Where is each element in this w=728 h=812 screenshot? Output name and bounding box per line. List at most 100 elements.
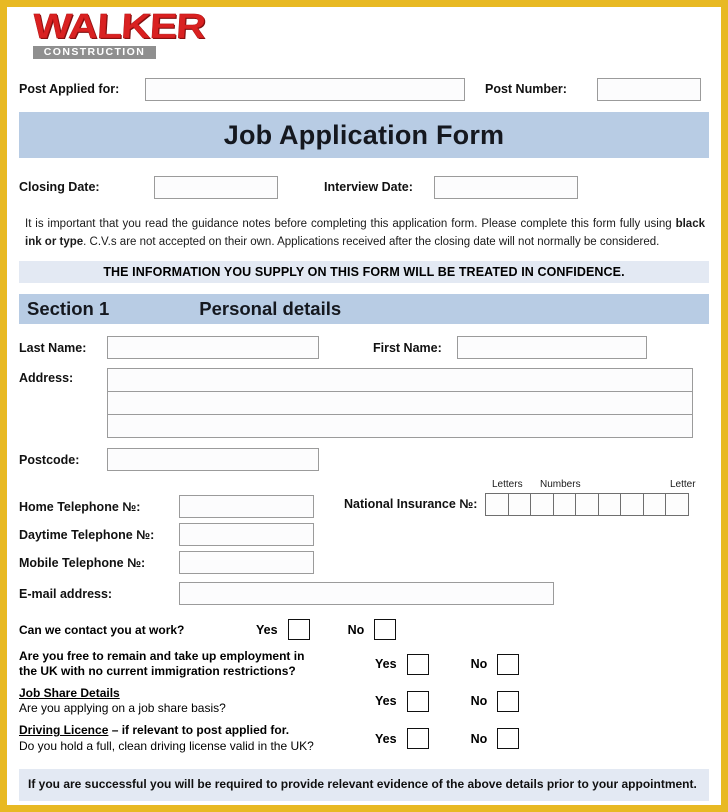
no-label: No bbox=[470, 657, 488, 672]
mobile-phone-row: Mobile Telephone №: bbox=[19, 549, 709, 577]
contact-block: National Insurance №: Home Telephone №: … bbox=[19, 492, 709, 577]
ni-char-box[interactable] bbox=[597, 492, 622, 516]
job-share-yes[interactable]: Yes bbox=[375, 690, 429, 712]
postcode-row: Postcode: bbox=[19, 447, 709, 473]
job-share-block: Job Share Details Are you applying on a … bbox=[19, 686, 367, 717]
mobile-phone-input[interactable] bbox=[179, 551, 314, 575]
driving-licence-row: Driving Licence – if relevant to post ap… bbox=[19, 723, 709, 754]
driving-licence-yes-checkbox[interactable] bbox=[406, 728, 429, 750]
section-number: Section 1 bbox=[27, 297, 110, 319]
logo-subtitle: CONSTRUCTION bbox=[33, 46, 156, 59]
mobile-phone-label: Mobile Telephone №: bbox=[19, 555, 146, 570]
home-phone-input[interactable] bbox=[179, 495, 314, 519]
footer-note: If you are successful you will be requir… bbox=[19, 768, 709, 801]
national-insurance-group: National Insurance №: bbox=[344, 492, 689, 516]
postcode-label: Postcode: bbox=[19, 452, 80, 467]
no-label: No bbox=[470, 694, 488, 709]
free-to-remain-question: Are you free to remain and take up emplo… bbox=[19, 649, 367, 680]
free-to-remain-line2: the UK with no current immigration restr… bbox=[19, 664, 296, 679]
dates-row: Closing Date: Interview Date: bbox=[19, 172, 709, 202]
post-applied-label: Post Applied for: bbox=[19, 82, 120, 96]
contact-at-work-yes-checkbox[interactable] bbox=[287, 619, 310, 641]
email-input[interactable] bbox=[179, 582, 554, 606]
free-to-remain-yes[interactable]: Yes bbox=[375, 653, 429, 675]
job-share-heading: Job Share Details bbox=[19, 685, 120, 700]
ni-char-box[interactable] bbox=[485, 492, 509, 516]
contact-at-work-yes[interactable]: Yes bbox=[256, 619, 310, 641]
ni-char-box[interactable] bbox=[507, 492, 532, 516]
yes-label: Yes bbox=[256, 622, 278, 637]
daytime-phone-row: Daytime Telephone №: bbox=[19, 521, 709, 549]
contact-at-work-no-checkbox[interactable] bbox=[374, 619, 397, 641]
driving-licence-no-checkbox[interactable] bbox=[497, 728, 520, 750]
logo-wordmark: WALKER bbox=[31, 7, 207, 46]
ni-char-box[interactable] bbox=[530, 492, 554, 516]
contact-at-work-question: Can we contact you at work? bbox=[19, 622, 185, 637]
yes-label: Yes bbox=[375, 731, 397, 746]
interview-date-label: Interview Date: bbox=[324, 180, 413, 194]
postcode-input[interactable] bbox=[107, 448, 319, 472]
post-applied-input[interactable] bbox=[145, 77, 465, 101]
driving-licence-heading-rest: – if relevant to post applied for. bbox=[108, 723, 290, 737]
first-name-input[interactable] bbox=[457, 336, 647, 360]
national-insurance-boxes[interactable] bbox=[485, 492, 689, 516]
job-share-row: Job Share Details Are you applying on a … bbox=[19, 686, 709, 717]
post-number-label: Post Number: bbox=[485, 82, 567, 96]
email-row: E-mail address: bbox=[19, 579, 709, 609]
driving-licence-block: Driving Licence – if relevant to post ap… bbox=[19, 723, 367, 754]
no-label: No bbox=[470, 731, 488, 746]
job-share-yes-checkbox[interactable] bbox=[406, 690, 429, 712]
instructions-part2: . C.V.s are not accepted on their own. A… bbox=[83, 235, 660, 248]
job-share-no-checkbox[interactable] bbox=[497, 690, 520, 712]
address-line-1-input[interactable] bbox=[107, 367, 693, 392]
free-to-remain-no[interactable]: No bbox=[470, 653, 520, 675]
closing-date-label: Closing Date: bbox=[19, 180, 100, 194]
closing-date-input[interactable] bbox=[154, 175, 278, 199]
yes-label: Yes bbox=[375, 657, 397, 672]
last-name-label: Last Name: bbox=[19, 340, 87, 355]
job-share-no[interactable]: No bbox=[470, 690, 520, 712]
address-line-3-input[interactable] bbox=[107, 413, 693, 438]
daytime-phone-input[interactable] bbox=[179, 523, 314, 547]
yes-label: Yes bbox=[375, 694, 397, 709]
section-title: Personal details bbox=[199, 297, 342, 319]
national-insurance-label: National Insurance №: bbox=[344, 497, 478, 512]
driving-licence-question: Do you hold a full, clean driving licens… bbox=[19, 738, 314, 753]
contact-at-work-row: Can we contact you at work? Yes No bbox=[19, 617, 709, 643]
contact-at-work-no[interactable]: No bbox=[347, 619, 397, 641]
ni-char-box[interactable] bbox=[552, 492, 577, 516]
free-to-remain-row: Are you free to remain and take up emplo… bbox=[19, 649, 709, 680]
last-name-input[interactable] bbox=[107, 336, 319, 360]
ni-char-box[interactable] bbox=[665, 492, 689, 516]
section-1-header: Section 1 Personal details bbox=[19, 293, 709, 324]
first-name-label: First Name: bbox=[373, 340, 442, 355]
post-number-input[interactable] bbox=[597, 77, 701, 101]
page-title: Job Application Form bbox=[223, 119, 505, 150]
company-logo: WALKER CONSTRUCTION bbox=[19, 7, 709, 69]
driving-licence-yes[interactable]: Yes bbox=[375, 728, 429, 750]
address-line-2-input[interactable] bbox=[107, 390, 693, 415]
instructions-part1: It is important that you read the guidan… bbox=[25, 218, 676, 230]
ni-heading-numbers: Numbers bbox=[540, 478, 581, 490]
address-lines bbox=[107, 367, 693, 438]
address-row: Address: bbox=[19, 367, 709, 438]
confidence-banner: THE INFORMATION YOU SUPPLY ON THIS FORM … bbox=[19, 260, 709, 283]
form-title-banner: Job Application Form bbox=[19, 112, 709, 158]
application-form-page: WALKER CONSTRUCTION Post Applied for: Po… bbox=[0, 0, 728, 812]
ni-char-box[interactable] bbox=[642, 492, 667, 516]
free-to-remain-no-checkbox[interactable] bbox=[497, 653, 520, 675]
daytime-phone-label: Daytime Telephone №: bbox=[19, 527, 155, 542]
job-share-question: Are you applying on a job share basis? bbox=[19, 701, 226, 716]
ni-char-box[interactable] bbox=[620, 492, 644, 516]
interview-date-input[interactable] bbox=[434, 175, 578, 199]
post-applied-row: Post Applied for: Post Number: bbox=[19, 73, 709, 105]
ni-heading-letter: Letter bbox=[670, 478, 696, 490]
name-row: Last Name: First Name: bbox=[19, 335, 709, 361]
no-label: No bbox=[347, 622, 365, 637]
ni-char-box[interactable] bbox=[575, 492, 599, 516]
home-phone-label: Home Telephone №: bbox=[19, 499, 141, 514]
free-to-remain-yes-checkbox[interactable] bbox=[406, 653, 429, 675]
driving-licence-heading: Driving Licence bbox=[19, 723, 109, 737]
ni-heading-letters: Letters bbox=[492, 478, 523, 490]
driving-licence-no[interactable]: No bbox=[470, 728, 520, 750]
